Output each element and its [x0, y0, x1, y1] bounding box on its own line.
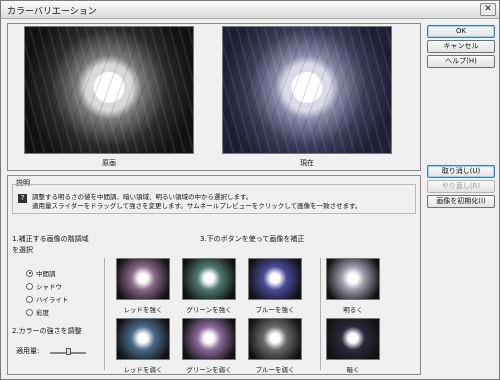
variation-thumbnail[interactable] — [248, 318, 302, 360]
current-label: 現在 — [300, 159, 314, 167]
radio-shadows[interactable]: シャドウ — [26, 281, 62, 291]
close-button[interactable]: ✕ — [480, 3, 496, 16]
reset-image-button[interactable]: 画像を初期化(I) — [427, 195, 495, 208]
variation-thumbnail[interactable] — [248, 258, 302, 300]
amount-label: 適用量: — [16, 347, 40, 355]
variation-label: ブルーを強く — [255, 306, 295, 314]
radio-button[interactable] — [26, 308, 33, 316]
title-bar: カラーバリエーション ✕ — [1, 1, 499, 19]
radio-midtones[interactable]: 中間調 — [26, 268, 56, 278]
cancel-button[interactable]: キャンセル — [427, 40, 495, 53]
preview-panel: 原画 現在 — [7, 23, 421, 171]
undo-button[interactable]: 取り消し(U) — [427, 165, 495, 178]
variation-label: グリーンを弱く — [186, 366, 232, 374]
variation-thumbnail[interactable] — [326, 258, 380, 300]
radio-label: 彩度 — [36, 309, 49, 317]
radio-label: 中間調 — [36, 270, 56, 278]
tone-heading-line-2: を選択 — [12, 246, 33, 254]
variation-label: 明るく — [343, 306, 363, 314]
ok-button[interactable]: OK — [427, 25, 495, 38]
help-button[interactable]: ヘルプ(H) — [427, 55, 495, 68]
dialog-title: カラーバリエーション — [7, 7, 97, 17]
variation-label: レッドを弱く — [123, 366, 163, 374]
color-variations-dialog: カラーバリエーション ✕ 原画 現在 OK キャンセル ヘルプ(H) 取り消し(… — [0, 0, 500, 380]
variation-label: グリーンを強く — [186, 306, 232, 314]
radio-button[interactable] — [26, 295, 33, 303]
description-line-2: 適用量スライダーをドラッグして強さを変更します。サムネールプレビューをクリックし… — [32, 202, 362, 210]
variation-label: 暗く — [346, 366, 360, 374]
current-image — [222, 26, 392, 154]
variation-label: ブルーを弱く — [255, 366, 295, 374]
radio-button[interactable] — [26, 269, 33, 277]
variation-label: レッドを強く — [123, 306, 163, 314]
radio-button[interactable] — [26, 282, 33, 290]
intensity-heading: 2.カラーの強さを調整 — [12, 327, 82, 335]
variation-thumbnail[interactable] — [182, 318, 236, 360]
original-label: 原画 — [102, 159, 116, 167]
controls-panel: 説明 ? 調整する明るさの値を中間調、暗い領域、明るい領域の中から選択します。 … — [7, 175, 421, 375]
redo-button[interactable]: やり直し(R) — [427, 180, 495, 193]
radio-highlights[interactable]: ハイライト — [26, 294, 68, 304]
variation-thumbnail[interactable] — [116, 318, 170, 360]
variation-thumbnail[interactable] — [182, 258, 236, 300]
variation-thumbnail[interactable] — [326, 318, 380, 360]
amount-slider-handle[interactable] — [66, 348, 71, 355]
help-icon: ? — [18, 194, 27, 203]
radio-label: ハイライト — [36, 296, 69, 304]
tone-heading-line-1: 1.補正する画像の階調域 — [12, 235, 89, 243]
radio-saturation[interactable]: 彩度 — [26, 307, 49, 317]
original-image — [24, 26, 194, 154]
radio-label: シャドウ — [36, 283, 62, 291]
adjust-heading: 3.下のボタンを使って画像を補正 — [200, 235, 305, 243]
left-divider — [104, 258, 105, 370]
variation-thumbnail[interactable] — [116, 258, 170, 300]
right-divider — [320, 258, 321, 370]
